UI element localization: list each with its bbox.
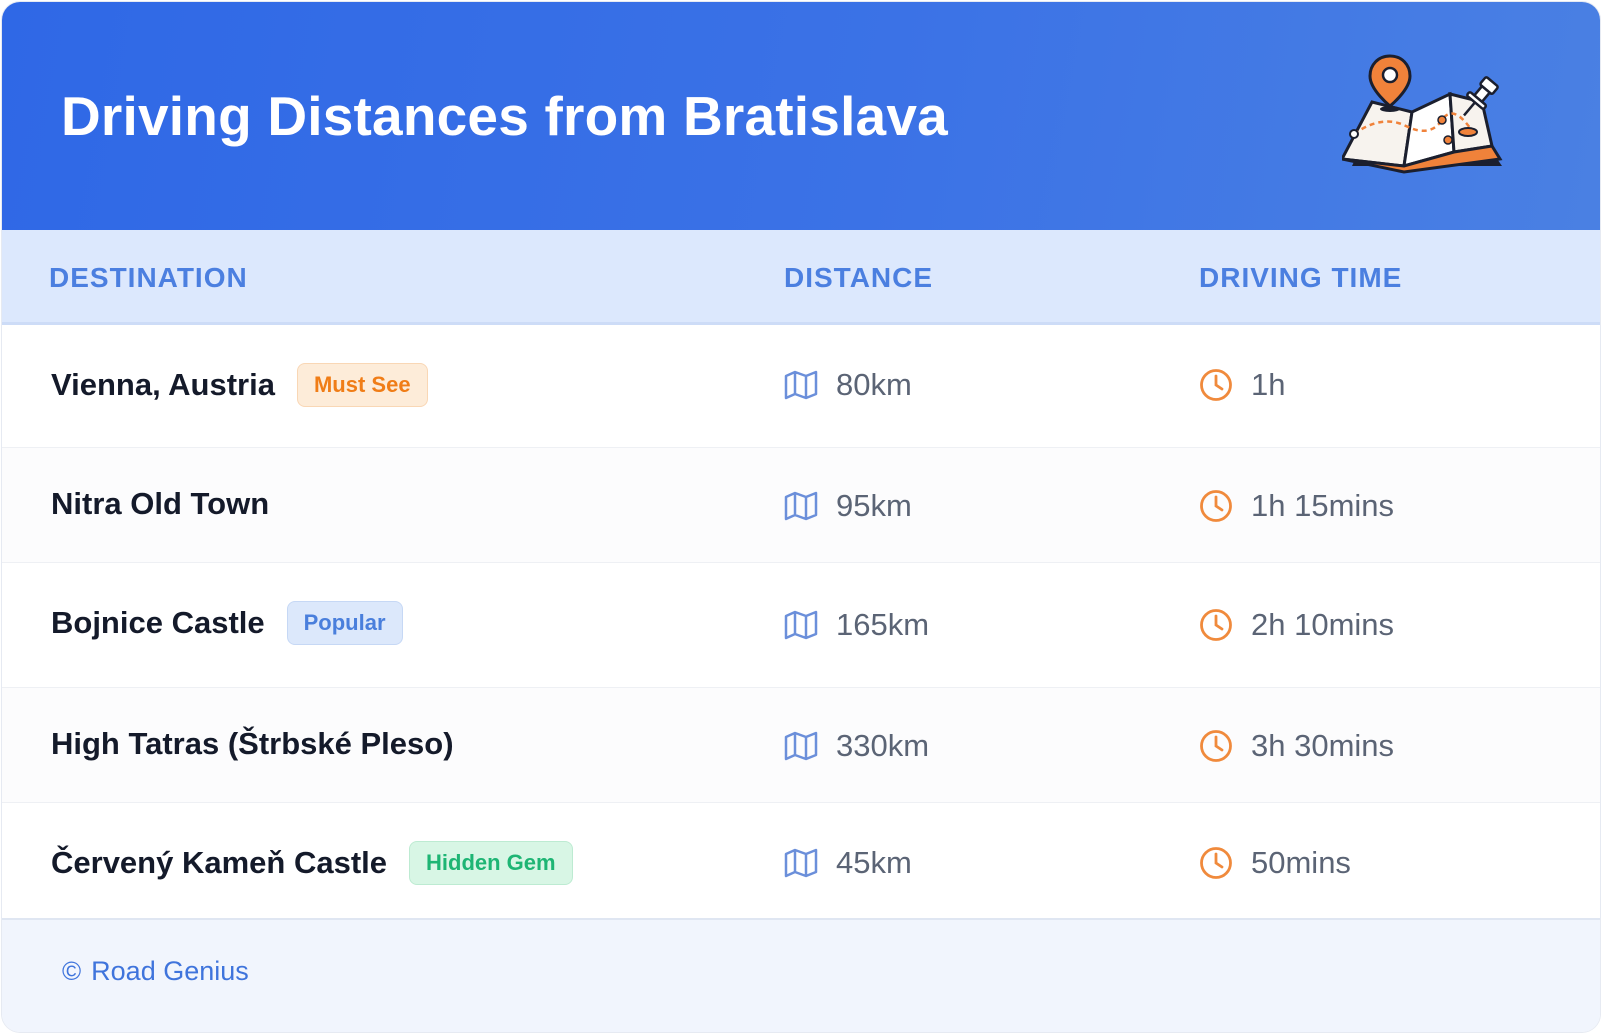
driving-time-cell: 1h 15mins: [1199, 488, 1394, 524]
folded-map-with-pin-icon: [1342, 54, 1503, 174]
table-body: Vienna, Austria Must See 80km 1h Nitra O…: [2, 325, 1600, 925]
distance-value: 165km: [836, 607, 930, 642]
footer: © Road Genius: [2, 918, 1600, 1032]
destination-name: Červený Kameň Castle: [51, 845, 387, 880]
destination-cell: Nitra Old Town: [51, 486, 269, 522]
distance-value: 330km: [836, 728, 930, 763]
table-row[interactable]: Nitra Old Town 95km 1h 15mins: [2, 448, 1600, 563]
clock-icon: [1200, 609, 1232, 641]
driving-time-value: 1h: [1251, 367, 1286, 402]
driving-time-value: 2h 10mins: [1251, 607, 1395, 642]
driving-time-cell: 1h: [1199, 367, 1285, 403]
distance-value: 80km: [836, 367, 912, 402]
destination-name: Nitra Old Town: [51, 486, 270, 521]
driving-time-value: 1h 15mins: [1251, 488, 1395, 523]
distance-cell: 95km: [784, 488, 912, 524]
clock-icon: [1200, 490, 1232, 522]
must-see-badge: Must See: [296, 363, 428, 407]
column-header-destination[interactable]: DESTINATION: [49, 262, 248, 294]
driving-time-value: 3h 30mins: [1251, 728, 1395, 763]
destination-name: Vienna, Austria: [51, 367, 275, 402]
page-title: Driving Distances from Bratislava: [61, 85, 948, 147]
destination-cell: Vienna, Austria Must See: [51, 363, 428, 407]
table-row[interactable]: Červený Kameň Castle Hidden Gem 45km 50m…: [2, 803, 1600, 925]
clock-icon: [1200, 730, 1232, 762]
clock-icon: [1200, 847, 1232, 879]
driving-time-cell: 3h 30mins: [1199, 728, 1394, 764]
destination-cell: High Tatras (Štrbské Pleso): [51, 726, 454, 762]
clock-icon: [1200, 369, 1232, 401]
map-icon: [784, 731, 818, 761]
distance-table-card: Driving Distances from Bratislava DESTIN…: [2, 2, 1600, 1032]
copyright-notice[interactable]: © Road Genius: [62, 956, 249, 987]
distance-cell: 330km: [784, 728, 929, 764]
column-header-distance[interactable]: DISTANCE: [784, 262, 933, 294]
table-row[interactable]: Bojnice Castle Popular 165km 2h 10mins: [2, 563, 1600, 688]
driving-time-value: 50mins: [1251, 845, 1351, 880]
destination-name: Bojnice Castle: [51, 605, 265, 640]
distance-cell: 165km: [784, 607, 929, 643]
destination-name: High Tatras (Štrbské Pleso): [51, 726, 454, 761]
column-header-row: DESTINATION DISTANCE DRIVING TIME: [2, 230, 1600, 325]
popular-badge: Popular: [286, 601, 403, 645]
driving-time-cell: 2h 10mins: [1199, 607, 1394, 643]
brand-name: Road Genius: [91, 956, 249, 986]
column-header-driving-time[interactable]: DRIVING TIME: [1199, 262, 1402, 294]
map-icon: [784, 848, 818, 878]
hidden-gem-badge: Hidden Gem: [409, 841, 573, 885]
distance-cell: 45km: [784, 845, 912, 881]
distance-value: 45km: [836, 845, 912, 880]
map-icon: [784, 491, 818, 521]
driving-time-cell: 50mins: [1199, 845, 1351, 881]
table-row[interactable]: High Tatras (Štrbské Pleso) 330km 3h 30m…: [2, 688, 1600, 803]
distance-cell: 80km: [784, 367, 912, 403]
destination-cell: Červený Kameň Castle Hidden Gem: [51, 841, 573, 885]
map-icon: [784, 370, 818, 400]
distance-value: 95km: [836, 488, 912, 523]
destination-cell: Bojnice Castle Popular: [51, 601, 403, 645]
copyright-icon: ©: [62, 956, 82, 986]
header-banner: Driving Distances from Bratislava: [2, 2, 1600, 230]
table-row[interactable]: Vienna, Austria Must See 80km 1h: [2, 325, 1600, 448]
map-icon: [784, 610, 818, 640]
